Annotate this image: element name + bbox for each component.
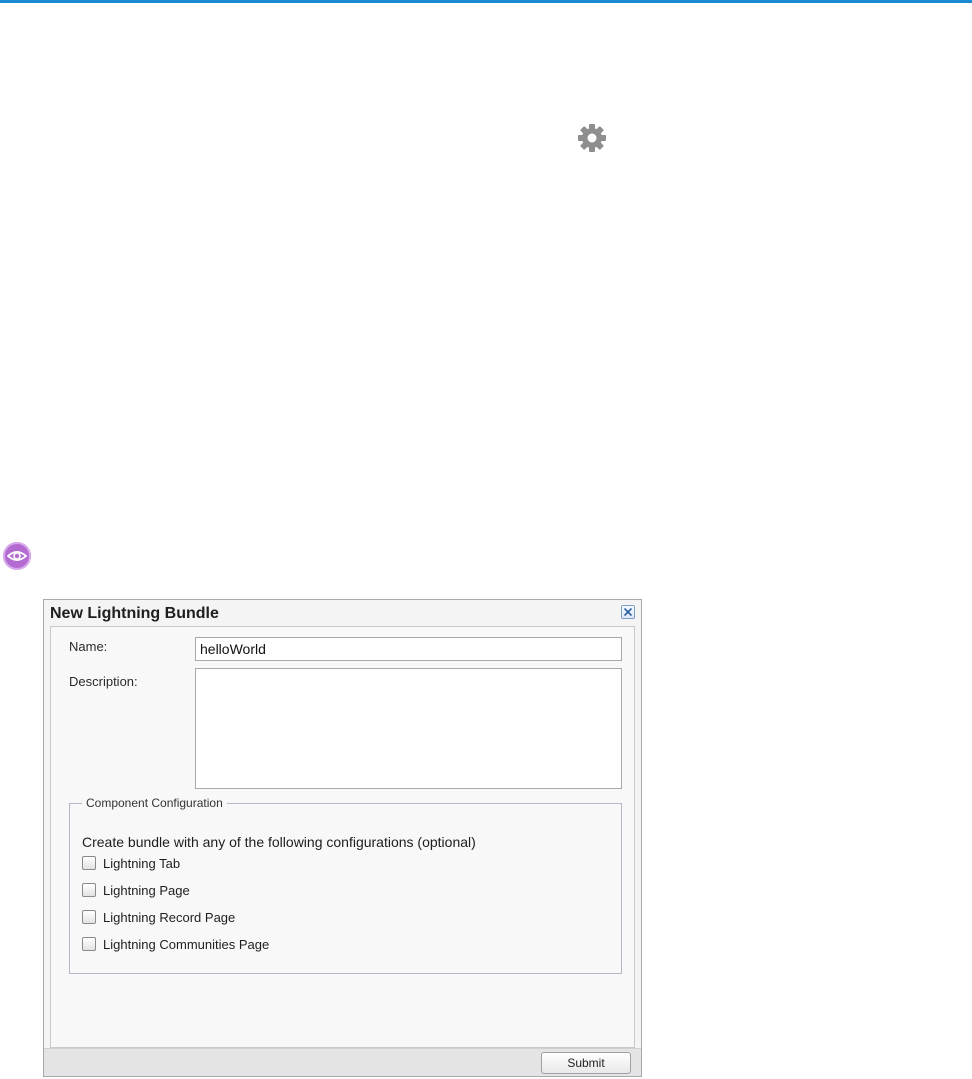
close-icon[interactable] [621, 605, 635, 619]
dialog-body: Name: Description: Component Configurati… [50, 626, 635, 1048]
name-label: Name: [69, 639, 108, 654]
option-lightning-page[interactable]: Lightning Page [82, 882, 190, 898]
name-field[interactable] [195, 637, 622, 661]
option-label: Lightning Communities Page [103, 936, 270, 952]
option-label: Lightning Page [103, 882, 190, 898]
description-field[interactable] [195, 668, 622, 789]
checkbox[interactable] [82, 910, 96, 924]
option-label: Lightning Record Page [103, 909, 236, 925]
checkbox[interactable] [82, 937, 96, 951]
submit-button[interactable]: Submit [541, 1052, 631, 1074]
checkbox[interactable] [82, 856, 96, 870]
new-bundle-dialog: New Lightning Bundle Name: Description: … [43, 599, 642, 1077]
option-label: Lightning Tab [103, 855, 181, 871]
dialog-title: New Lightning Bundle [50, 605, 219, 622]
gear-icon[interactable] [576, 122, 608, 154]
option-lightning-tab[interactable]: Lightning Tab [82, 855, 180, 871]
eye-icon[interactable] [3, 542, 31, 570]
top-accent-bar [0, 0, 972, 3]
config-legend: Component Configuration [86, 796, 223, 810]
description-label: Description: [69, 674, 138, 689]
option-lightning-communities-page[interactable]: Lightning Communities Page [82, 936, 269, 952]
dialog-header: New Lightning Bundle [44, 600, 641, 626]
option-lightning-record-page[interactable]: Lightning Record Page [82, 909, 235, 925]
component-configuration-group: Component Configuration Create bundle wi… [69, 796, 622, 974]
config-intro-text: Create bundle with any of the following … [82, 834, 476, 850]
dialog-footer: Submit [44, 1048, 641, 1076]
checkbox[interactable] [82, 883, 96, 897]
